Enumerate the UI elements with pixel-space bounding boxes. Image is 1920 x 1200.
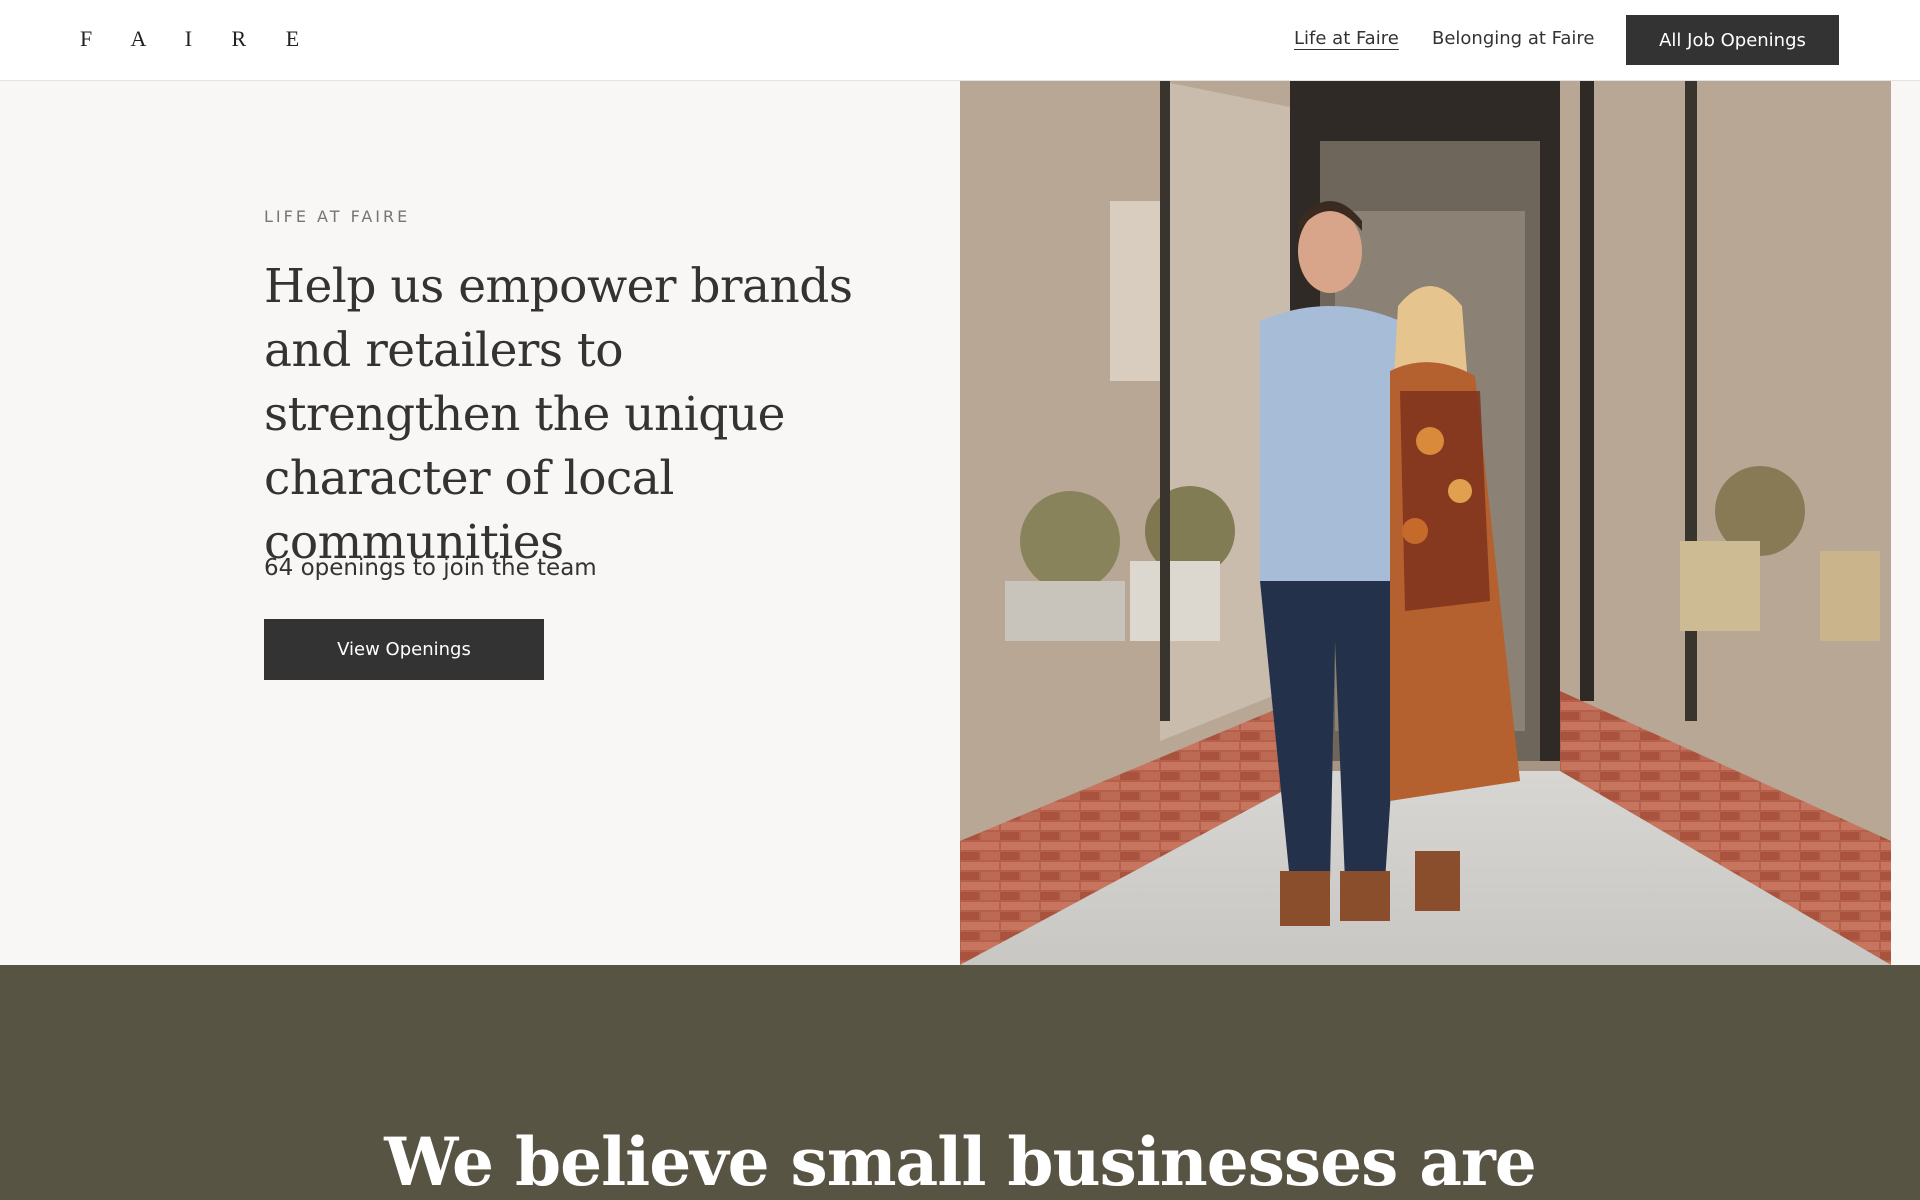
- mission-title: We believe small businesses are: [384, 1123, 1537, 1200]
- nav-belonging-at-faire[interactable]: Belonging at Faire: [1432, 28, 1594, 49]
- hero-right-margin: [1891, 81, 1920, 965]
- view-openings-button[interactable]: View Openings: [264, 619, 544, 680]
- all-job-openings-button[interactable]: All Job Openings: [1626, 15, 1839, 65]
- hero-headline: Help us empower brands and retailers to …: [264, 259, 853, 570]
- nav-life-at-faire[interactable]: Life at Faire: [1294, 28, 1399, 49]
- storefront-photo-illustration: [960, 81, 1891, 965]
- hero-eyebrow: LIFE AT FAIRE: [264, 207, 411, 226]
- openings-count: 64 openings to join the team: [264, 555, 597, 581]
- faire-logo[interactable]: F A I R E: [80, 26, 316, 52]
- site-header: F A I R E Life at Faire Belonging at Fai…: [0, 0, 1920, 81]
- hero-photo: [960, 81, 1891, 965]
